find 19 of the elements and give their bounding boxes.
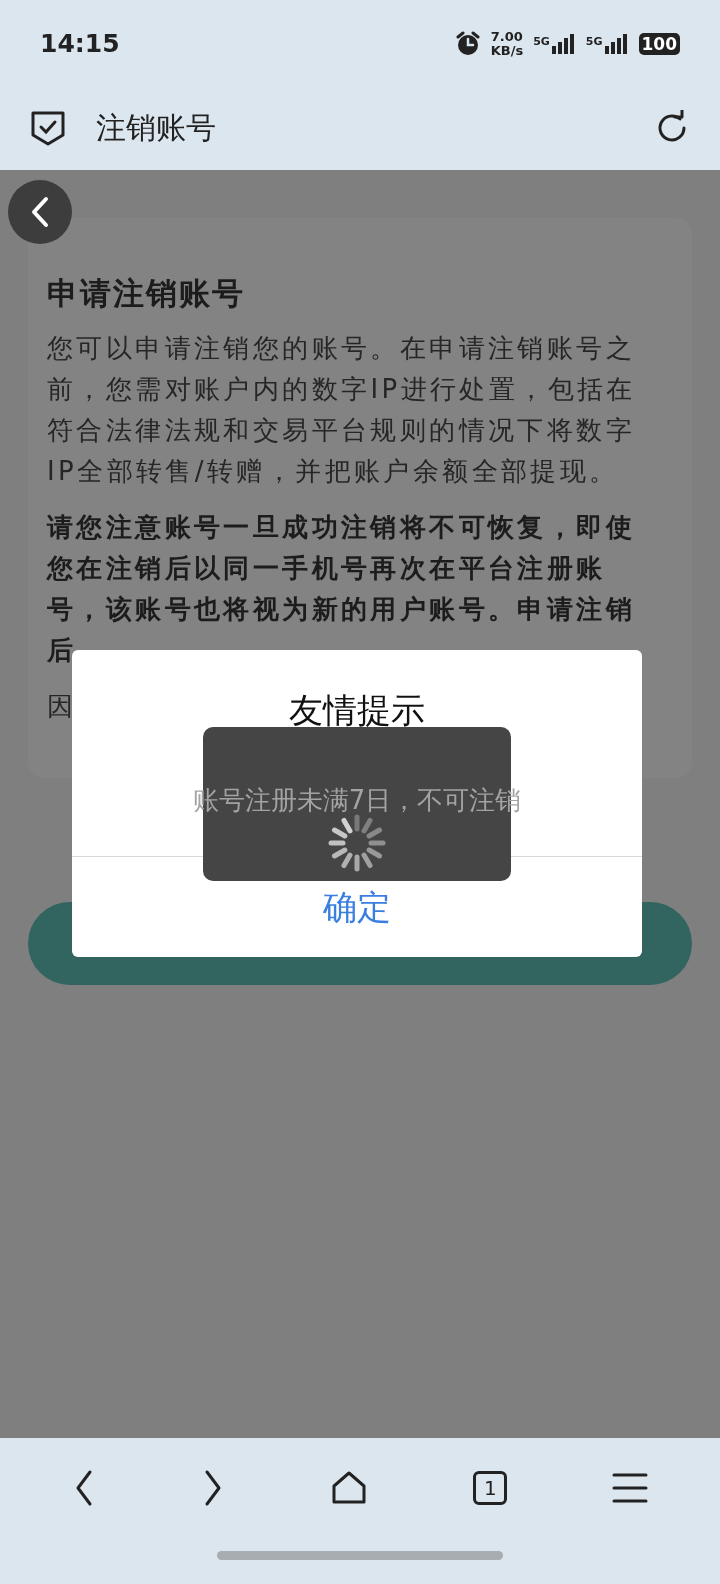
speed-value: 7.00	[490, 29, 524, 44]
card-paragraph: 请您注意账号一旦成功注销将不可恢复，即使您在注销后以同一手机号再次在平台注册账号，该账号也将视为新的用户账号。申请注销后	[47, 511, 636, 667]
page-title: 注销账号	[96, 109, 216, 147]
menu-icon[interactable]	[611, 1472, 648, 1504]
card-title: 申请注销账号	[47, 274, 246, 313]
tabs-button[interactable]: 1	[473, 1471, 508, 1505]
signal-icon	[551, 33, 576, 54]
dialog-title: 友情提示	[288, 689, 426, 732]
back-icon	[30, 196, 50, 228]
signal-icon	[604, 33, 629, 54]
alarm-icon	[454, 30, 481, 57]
card-paragraph: 您可以申请注销您的账号。在申请注销账号之前，您需对账户内的数字IP进行处置，包括在符合法律法规和交易平台规则的情况下将数字IP全部转售/转赠，并把账户余额全部提现。	[47, 332, 637, 488]
speed-unit: KB/s	[490, 43, 524, 58]
status-time: 14:15	[40, 27, 120, 60]
battery-level: 100	[638, 32, 680, 55]
loading-spinner-icon	[327, 813, 387, 873]
card-paragraph: 因	[47, 690, 77, 723]
network-type: 5G	[585, 33, 603, 50]
network-type: 5G	[533, 33, 550, 50]
